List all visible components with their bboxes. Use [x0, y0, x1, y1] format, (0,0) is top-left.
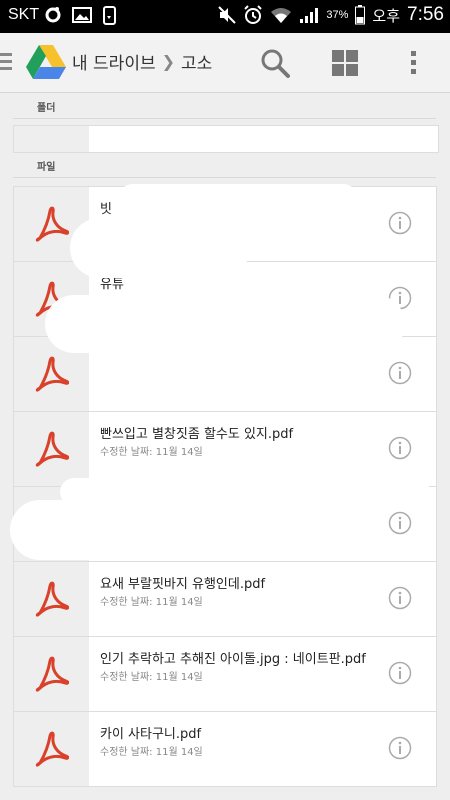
- breadcrumb-current: 고소: [181, 54, 213, 74]
- folders-header: 폴더: [37, 103, 56, 114]
- signal-icon: [300, 8, 319, 23]
- file-name: 인기 추락하고 추해진 아이돌.jpg : 네이트판.pdf: [100, 652, 366, 667]
- mute-icon: [218, 6, 237, 24]
- file-modified-date: 수정한 날짜: 11월 14일: [100, 747, 203, 758]
- more-vert-icon: [411, 51, 416, 74]
- redaction-scribble: [140, 265, 320, 290]
- info-icon[interactable]: [388, 586, 412, 610]
- file-name: 카이 사타구니.pdf: [100, 727, 202, 742]
- file-row[interactable]: 인기 추락하고 추해진 아이돌.jpg : 네이트판.pdf 수정한 날짜: 11…: [13, 637, 437, 712]
- file-row[interactable]: 요새 부랄핏바지 유행인데.pdf 수정한 날짜: 11월 14일: [13, 562, 437, 637]
- file-name: 빗: [100, 202, 112, 217]
- settings-circle-icon: [45, 7, 61, 23]
- file-row[interactable]: 빤쓰입고 별창짓좀 할수도 있지.pdf 수정한 날짜: 11월 14일: [13, 412, 437, 487]
- battery-icon: [355, 5, 366, 25]
- file-name: 요새 부랄핏바지 유행인데.pdf: [100, 577, 266, 592]
- gallery-icon: [72, 7, 92, 23]
- search-icon: [261, 49, 290, 78]
- menu-icon[interactable]: [0, 53, 12, 74]
- file-modified-date: 수정한 날짜: 11월 14일: [100, 597, 203, 608]
- redaction-scribble: [45, 295, 405, 353]
- clock-time: 7:56: [407, 4, 444, 25]
- grid-view-icon: [332, 50, 358, 76]
- info-icon[interactable]: [388, 436, 412, 460]
- notification-icons: [44, 6, 118, 26]
- pdf-file-icon: [14, 637, 89, 711]
- status-bar: SKT 37% 오후 7:56: [0, 0, 450, 33]
- file-name: 빤쓰입고 별창짓좀 할수도 있지.pdf: [100, 427, 294, 442]
- breadcrumb: 내 드라이브 ❯ 고소: [72, 49, 212, 74]
- info-icon[interactable]: [388, 736, 412, 760]
- app-bar: 내 드라이브 ❯ 고소: [0, 33, 450, 93]
- battery-percent: 37%: [326, 9, 349, 21]
- phone-sync-icon: [103, 6, 116, 25]
- alarm-icon: [244, 5, 263, 24]
- info-icon[interactable]: [388, 511, 412, 535]
- carrier-label: SKT: [8, 6, 40, 23]
- divider: [13, 177, 436, 178]
- time-ampm: 오후: [372, 7, 401, 25]
- info-icon[interactable]: [388, 211, 412, 235]
- grid-view-button[interactable]: [328, 46, 362, 80]
- file-row[interactable]: 카이 사타구니.pdf 수정한 날짜: 11월 14일: [13, 712, 437, 787]
- more-options-button[interactable]: [397, 46, 431, 80]
- folder-item[interactable]: [13, 125, 439, 153]
- redaction-scribble: [118, 184, 358, 214]
- divider: [13, 118, 436, 119]
- pdf-file-icon: [14, 562, 89, 636]
- info-icon[interactable]: [388, 661, 412, 685]
- system-icons: 37% 오후 7:56: [218, 4, 444, 26]
- file-modified-date: 수정한 날짜: 11월 14일: [100, 447, 203, 458]
- chevron-right-icon: ❯: [161, 52, 176, 71]
- files-header: 파일: [37, 162, 56, 173]
- redaction-scribble: [10, 500, 380, 560]
- pdf-file-icon: [14, 412, 89, 486]
- file-modified-date: 수정한 날짜: 11월 14일: [100, 672, 203, 683]
- pdf-file-icon: [14, 712, 89, 786]
- breadcrumb-root[interactable]: 내 드라이브: [72, 49, 156, 74]
- info-icon[interactable]: [388, 361, 412, 385]
- drive-logo[interactable]: [26, 43, 66, 79]
- search-button[interactable]: [258, 46, 292, 80]
- wifi-icon: [271, 8, 292, 23]
